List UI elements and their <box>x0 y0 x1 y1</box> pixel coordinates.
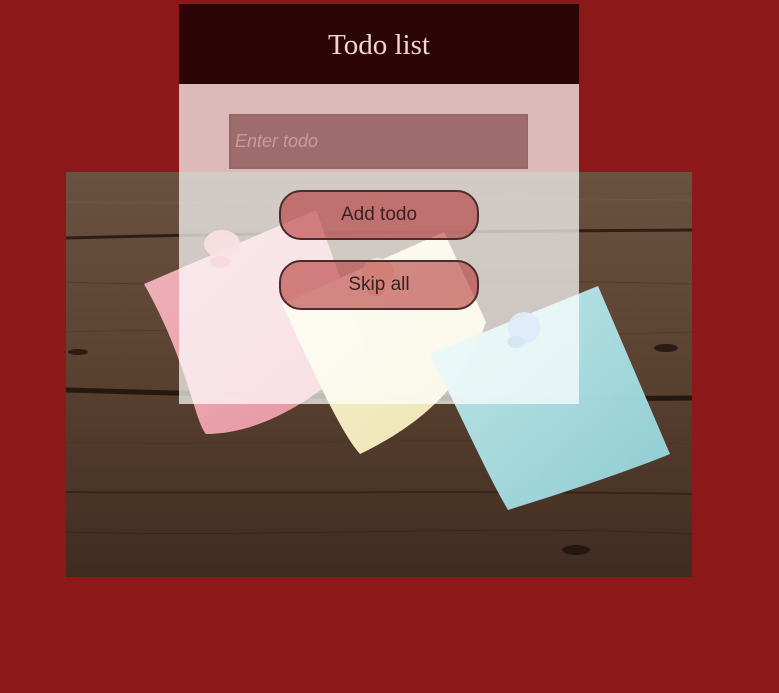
todo-card: Todo list Add todo Skip all <box>179 4 579 404</box>
add-todo-button[interactable]: Add todo <box>279 190 479 240</box>
skip-all-label: Skip all <box>348 274 410 295</box>
card-body: Add todo Skip all <box>179 84 579 404</box>
skip-all-button[interactable]: Skip all <box>279 260 479 310</box>
page: Todo list Add todo Skip all <box>0 0 779 693</box>
todo-input[interactable] <box>229 114 528 169</box>
card-header: Todo list <box>179 4 579 84</box>
page-title: Todo list <box>328 28 430 61</box>
add-todo-label: Add todo <box>340 204 418 225</box>
